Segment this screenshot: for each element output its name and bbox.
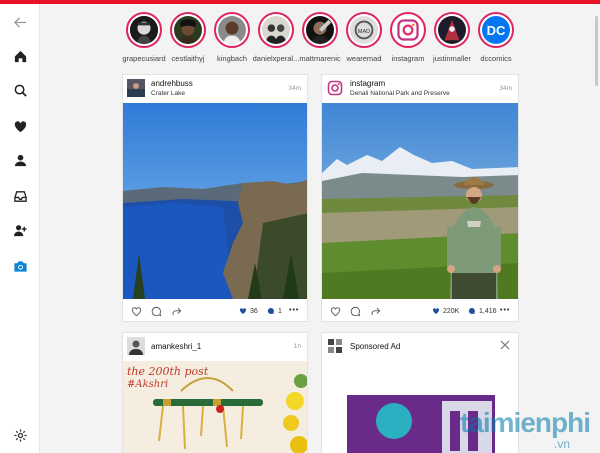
post-actions: 220K 1,416 ••• [322,299,518,323]
post-header: andrehbuss Crater Lake 34m [123,75,307,103]
post-actions: 36 1 ••• [123,299,307,323]
ad-label: Sponsored Ad [350,342,401,351]
story-grapecusiard[interactable]: grapecusiard [120,12,168,72]
share-arrow-icon [172,307,181,315]
nav-inbox[interactable] [0,178,40,214]
story-justinmaller[interactable]: justinmaller [428,12,476,72]
story-avatar: MAD [350,16,378,44]
heart-outline-icon [131,306,141,316]
post-time: 34m [499,85,512,92]
add-person-icon [13,224,27,236]
post-avatar[interactable] [127,79,145,97]
share-button[interactable] [368,304,382,318]
post-card: instagram Denali National Park and Prese… [321,74,519,322]
close-icon[interactable] [500,340,510,350]
share-button[interactable] [169,304,183,318]
post-image-craft[interactable]: the 200th post #Akshri [123,361,307,453]
like-button[interactable] [129,304,143,318]
camera-icon [13,260,27,272]
inbox-icon [13,190,27,202]
comment-filled-icon [267,307,274,314]
post-avatar[interactable] [127,337,145,355]
back-arrow-icon [13,16,26,28]
comment-count[interactable]: 1,416 [468,307,497,315]
stories-row: grapecusiard cestlaithyj kingbach daniel… [120,12,520,72]
sidebar-nav [0,4,40,453]
watermark-text: taimienphi [459,407,591,438]
svg-text:MAD: MAD [358,29,370,35]
like-count[interactable]: 220K [432,307,459,315]
story-mattmarenic[interactable]: mattmarenic [296,12,344,72]
nav-add-friend[interactable] [0,212,40,248]
nav-search[interactable] [0,72,40,108]
story-avatar [174,16,202,44]
post-time: 34m [288,85,301,92]
comment-filled-icon [468,307,475,314]
like-count[interactable]: 36 [239,307,258,315]
story-username: dccomics [480,54,512,63]
post-username[interactable]: instagram [350,79,385,88]
ad-avatar [326,337,344,355]
nav-camera[interactable] [0,248,40,284]
comment-icon [350,306,360,316]
story-dccomics[interactable]: DC dccomics [472,12,520,72]
story-avatar [438,16,466,44]
comment-button[interactable] [149,304,163,318]
image-hashtag-text: #Akshri [127,379,169,390]
post-header: instagram Denali National Park and Prese… [322,75,518,103]
story-avatar [262,16,290,44]
post-card: amankeshri_1 1h the 200th post #Akshri [122,332,308,453]
post-header: amankeshri_1 1h [123,333,307,361]
story-instagram[interactable]: instagram [384,12,432,72]
post-card: andrehbuss Crater Lake 34m 36 1 ••• [122,74,308,322]
story-avatar [306,16,334,44]
back-button[interactable] [0,4,40,40]
scrollbar[interactable] [595,16,598,86]
heart-outline-icon [330,306,340,316]
instagram-logo-icon [397,19,419,41]
post-username[interactable]: amankeshri_1 [151,342,201,351]
like-button[interactable] [328,304,342,318]
person-icon [14,154,26,166]
post-username[interactable]: andrehbuss [151,79,193,88]
post-image-crater-lake[interactable] [123,103,307,299]
watermark-domain: .vn [553,437,570,451]
story-cestlaithyj[interactable]: cestlaithyj [164,12,212,72]
share-arrow-icon [371,307,380,315]
story-wearemad[interactable]: MAD wearemad [340,12,388,72]
main-feed: grapecusiard cestlaithyj kingbach daniel… [40,4,600,453]
post-avatar[interactable] [326,79,344,97]
post-location[interactable]: Denali National Park and Preserve [350,90,450,97]
story-danielxperal[interactable]: danielxperal... [252,12,300,72]
gear-icon [13,428,27,442]
heart-filled-icon [239,308,247,314]
heart-icon [14,120,26,132]
story-kingbach[interactable]: kingbach [208,12,256,72]
story-avatar [130,16,158,44]
nav-profile[interactable] [0,142,40,178]
more-options-button[interactable]: ••• [289,307,299,314]
comment-count[interactable]: 1 [267,307,282,315]
nav-settings[interactable] [0,417,40,453]
home-icon [14,50,26,62]
post-image-denali[interactable] [322,103,518,299]
ad-header: Sponsored Ad [322,333,518,361]
nav-home[interactable] [0,38,40,74]
story-avatar [218,16,246,44]
search-icon [14,84,27,97]
image-caption-text: the 200th post [127,365,209,378]
more-options-button[interactable]: ••• [500,307,510,314]
comment-icon [151,306,161,316]
instagram-logo-icon [326,79,344,97]
nav-activity[interactable] [0,108,40,144]
post-location[interactable]: Crater Lake [151,90,185,97]
post-time: 1h [293,343,301,350]
ad-logo-icon [328,339,342,353]
heart-filled-icon [432,308,440,314]
comment-button[interactable] [348,304,362,318]
dc-logo: DC [486,22,506,38]
